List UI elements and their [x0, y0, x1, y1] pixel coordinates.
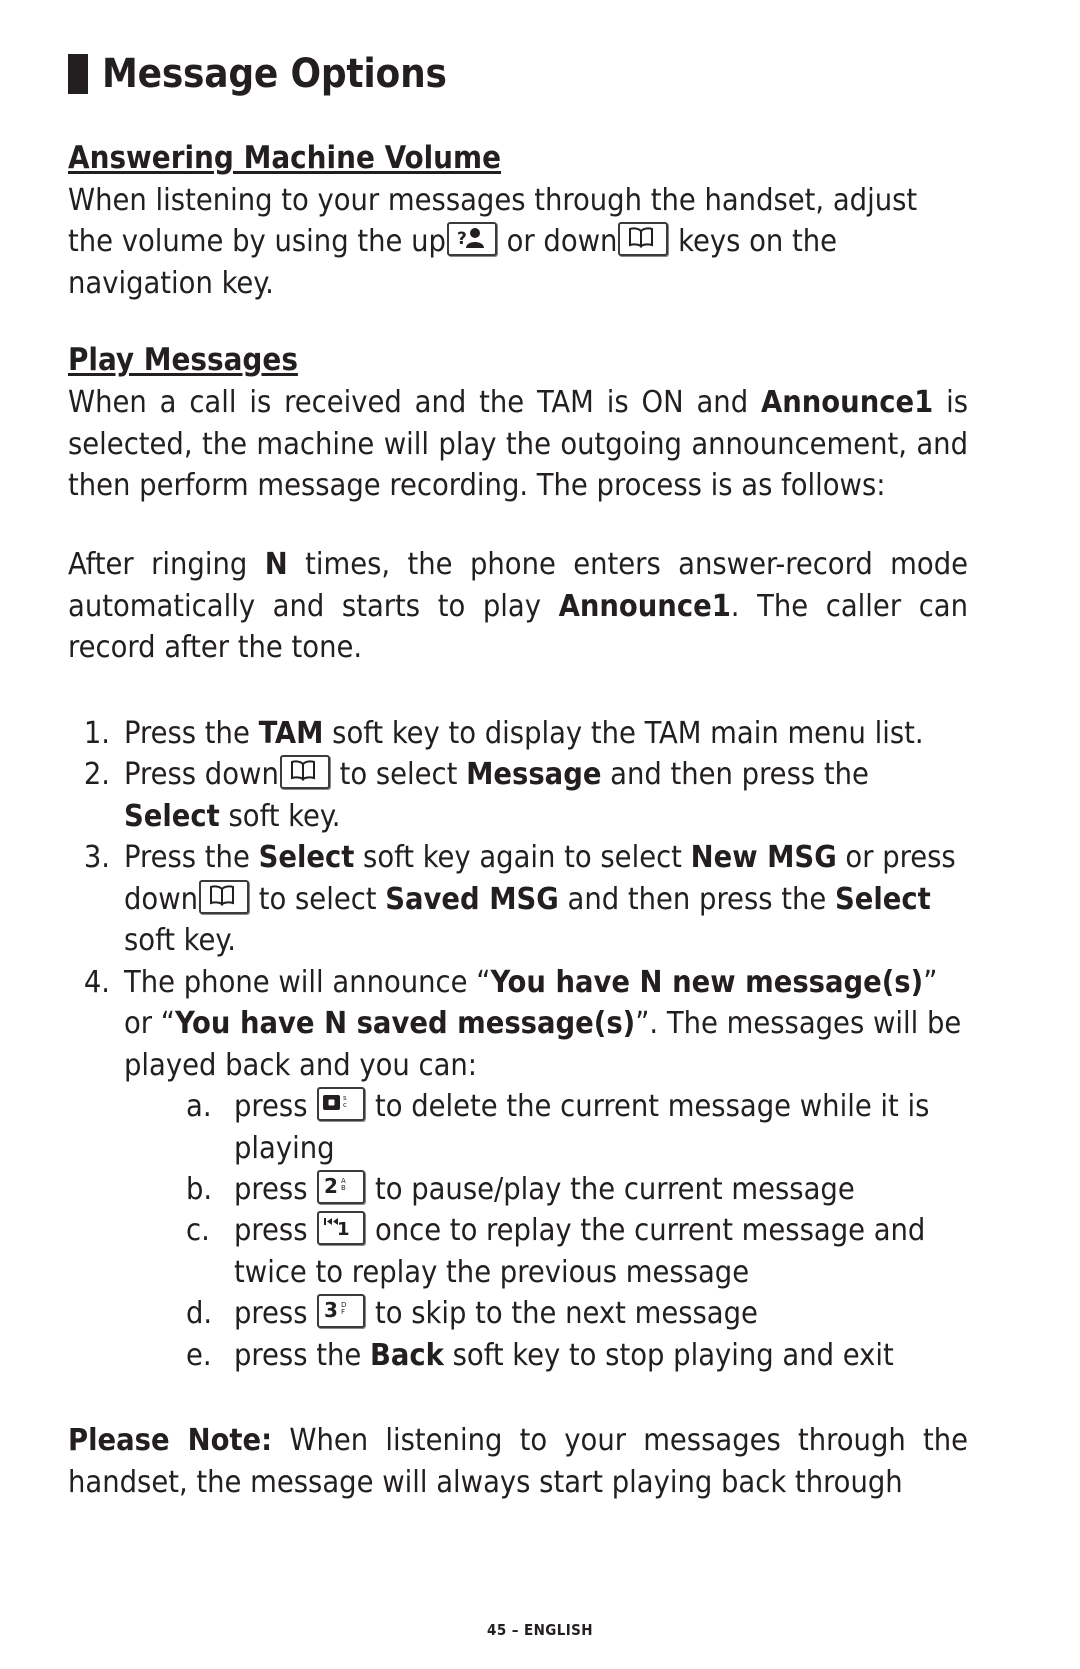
substep-text: press sc to delete the current message w…: [234, 1086, 968, 1169]
svg-text:c: c: [343, 1101, 347, 1109]
step2-text-4: soft key.: [219, 798, 341, 834]
substep-b-text-1: press: [234, 1172, 317, 1207]
step2-bold-select: Select: [124, 798, 220, 834]
key-1-replay-icon: 1: [317, 1211, 366, 1246]
step-number: 4.: [83, 964, 110, 1000]
section-play-messages: Play Messages: [68, 342, 968, 382]
key-3-skip-icon: 3DF: [317, 1294, 366, 1329]
step2-bold-message: Message: [466, 757, 602, 793]
step3-bold-saved-msg: Saved MSG: [385, 881, 559, 917]
step-text: Press the Select soft key again to selec…: [124, 837, 968, 961]
substep-c-text-1: press: [234, 1213, 317, 1249]
substep-letter: c.: [186, 1213, 210, 1249]
step-number: 1.: [83, 715, 110, 751]
step3-bold-select-1: Select: [258, 840, 355, 876]
para2-bold-announce1: Announce1: [558, 588, 731, 624]
step1-bold-tam: TAM: [258, 715, 324, 751]
substep-letter: d.: [186, 1296, 213, 1332]
list-item: 2. Press down to select Message and then…: [68, 754, 968, 837]
section-heading: Answering Machine Volume: [68, 140, 502, 176]
substep-a-text-1: press: [234, 1089, 317, 1125]
please-note-label: Please Note:: [68, 1423, 273, 1459]
page-footer: 45 – ENGLISH: [487, 1621, 593, 1639]
para1-text-a: When a call is received and the TAM is O…: [68, 385, 761, 421]
step3-text-4: to select: [250, 881, 386, 917]
list-item: d. press 3DF to skip to the next message: [186, 1293, 968, 1334]
key-0-delete-icon: sc: [317, 1087, 366, 1122]
step3-text-2: soft key again to select: [354, 840, 691, 876]
paragraph-text-part2: or down: [497, 224, 618, 260]
please-note-paragraph: Please Note: When listening to your mess…: [68, 1420, 968, 1503]
substep-b-text-2: to pause/play the current message: [366, 1172, 855, 1207]
phonebook-down-key-icon: [618, 222, 669, 257]
step4-text-1: The phone will announce “: [124, 964, 491, 1000]
key-2-pause-play-icon: 2AB: [317, 1170, 366, 1204]
substep-text: press the Back soft key to stop playing …: [234, 1335, 968, 1376]
substep-letter: b.: [186, 1172, 213, 1207]
substep-text: press 1 once to replay the current messa…: [234, 1210, 968, 1293]
page-title: Message Options: [68, 54, 968, 94]
manual-page: Message Options Answering Machine Volume…: [0, 0, 1080, 1669]
step-text: Press down to select Message and then pr…: [124, 754, 968, 837]
step3-bold-new-msg: New MSG: [690, 840, 837, 876]
substep-e-text-2: soft key to stop playing and exit: [443, 1337, 894, 1373]
step-text: The phone will announce “You have N new …: [124, 962, 968, 1086]
substep-e-bold-back: Back: [369, 1337, 444, 1373]
step3-text-1: Press the: [124, 840, 259, 876]
list-item: c. press 1 once to replay the current me…: [186, 1210, 968, 1293]
answering-machine-volume-paragraph: When listening to your messages through …: [68, 180, 968, 304]
phonebook-key-icon: [199, 879, 250, 914]
section-heading: Play Messages: [68, 342, 298, 379]
list-item: b. press 2AB to pause/play the current m…: [186, 1169, 968, 1210]
page-title-text: Message Options: [102, 51, 447, 97]
step2-text-1: Press down: [124, 757, 279, 793]
para2-bold-n: N: [264, 547, 288, 583]
substep-letter: a.: [186, 1089, 212, 1125]
playback-controls-sublist: a. press sc to delete the current messag…: [68, 1086, 968, 1376]
step4-bold-new-announce: You have N new message(s): [490, 964, 924, 1000]
step4-bold-saved-announce: You have N saved message(s): [174, 1006, 636, 1042]
substep-d-text-2: to skip to the next message: [366, 1296, 758, 1332]
svg-text:3: 3: [324, 1298, 338, 1322]
list-item: e. press the Back soft key to stop playi…: [186, 1335, 968, 1376]
substep-text: press 3DF to skip to the next message: [234, 1293, 968, 1334]
title-bullet-icon: [68, 54, 88, 94]
svg-text:2: 2: [324, 1174, 338, 1198]
substep-text: press 2AB to pause/play the current mess…: [234, 1169, 968, 1210]
contact-up-key-icon: ?: [446, 222, 497, 257]
play-messages-step-list: 1. Press the TAM soft key to display the…: [68, 713, 968, 1086]
step3-bold-select-2: Select: [835, 881, 931, 917]
step-number: 3.: [83, 840, 110, 876]
step-text: Press the TAM soft key to display the TA…: [124, 713, 968, 754]
list-item: 3. Press the Select soft key again to se…: [68, 837, 968, 961]
step1-text-1: Press the: [124, 715, 259, 751]
step1-text-2: soft key to display the TAM main menu li…: [323, 715, 924, 751]
substep-e-text-1: press the: [234, 1337, 370, 1373]
list-item: a. press sc to delete the current messag…: [186, 1086, 968, 1169]
step3-text-6: soft key.: [124, 923, 236, 959]
list-item: 1. Press the TAM soft key to display the…: [68, 713, 968, 754]
phonebook-key-icon: [279, 755, 330, 790]
svg-text:F: F: [341, 1308, 345, 1316]
svg-text:B: B: [341, 1184, 346, 1192]
svg-text:?: ?: [457, 229, 467, 249]
play-messages-paragraph-2: After ringing N times, the phone enters …: [68, 544, 968, 668]
step3-text-5: and then press the: [558, 881, 835, 917]
substep-letter: e.: [186, 1337, 212, 1373]
play-messages-paragraph-1: When a call is received and the TAM is O…: [68, 382, 968, 506]
svg-text:1: 1: [337, 1219, 350, 1239]
para1-bold-announce1: Announce1: [760, 385, 934, 421]
list-item: 4. The phone will announce “You have N n…: [68, 962, 968, 1086]
step-number: 2.: [83, 757, 110, 793]
substep-d-text-1: press: [234, 1296, 317, 1332]
step2-text-2: to select: [330, 757, 467, 793]
step2-text-3: and then press the: [601, 757, 869, 793]
section-answering-machine-volume: Answering Machine Volume: [68, 140, 968, 180]
para2-text-a: After ringing: [68, 547, 265, 583]
